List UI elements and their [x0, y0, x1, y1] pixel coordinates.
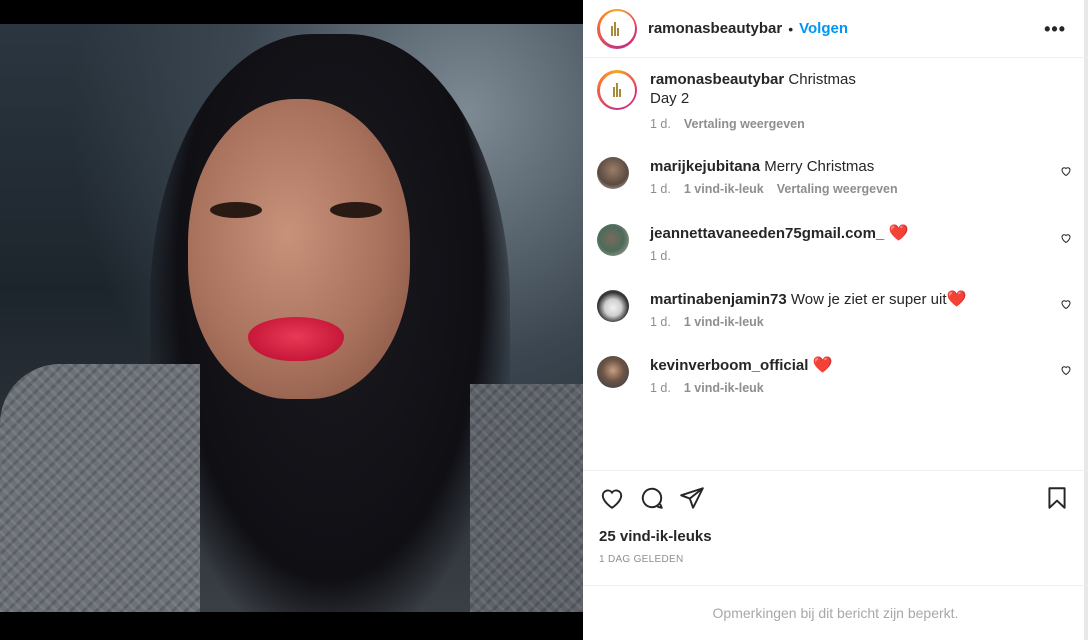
comment-time[interactable]: 1 d. — [650, 249, 671, 263]
comment-likes[interactable]: 1 vind-ik-leuk — [684, 315, 764, 329]
commenter-avatar[interactable] — [597, 290, 629, 322]
photo-lips — [248, 317, 344, 361]
comment-icon[interactable] — [639, 485, 665, 511]
like-comment-heart-icon[interactable] — [1060, 232, 1072, 244]
post-actions: 25 vind-ik-leuks 1 DAG GELEDEN — [583, 470, 1088, 585]
paper-plane-icon[interactable] — [679, 485, 705, 511]
post-media — [0, 0, 583, 640]
more-options-icon[interactable]: ••• — [1044, 19, 1066, 40]
brand-logo-icon — [613, 83, 621, 97]
red-heart-emoji: ❤️ — [812, 357, 833, 374]
like-comment-heart-icon[interactable] — [1060, 298, 1072, 310]
comments-limited-notice: Opmerkingen bij dit bericht zijn beperkt… — [583, 585, 1088, 640]
post-date[interactable]: 1 DAG GELEDEN — [599, 554, 683, 565]
photo-coat-right — [470, 384, 583, 612]
caption-avatar[interactable] — [597, 70, 637, 110]
caption-text: ramonasbeautybar Christmas Day 2 — [650, 71, 856, 107]
comment-text: Wow je ziet er super uit — [790, 291, 947, 308]
photo-eye-right — [330, 202, 382, 218]
caption-time[interactable]: 1 d. — [650, 117, 671, 131]
like-comment-heart-icon[interactable] — [1060, 364, 1072, 376]
photo-eye-left — [210, 202, 262, 218]
commenter-username[interactable]: jeannettavaneeden75gmail.com_ — [650, 225, 884, 242]
comment-time[interactable]: 1 d. — [650, 182, 671, 196]
author-avatar[interactable] — [597, 8, 637, 49]
commenter-avatar[interactable] — [597, 356, 629, 388]
commenter-avatar[interactable] — [597, 224, 629, 256]
comments-list: ramonasbeautybar Christmas Day 2 1 d. Ve… — [583, 58, 1088, 470]
likes-count[interactable]: 25 vind-ik-leuks — [599, 528, 712, 545]
brand-logo-icon — [611, 21, 620, 36]
follow-button[interactable]: Volgen — [799, 20, 848, 37]
like-comment-heart-icon[interactable] — [1060, 165, 1072, 177]
translate-link[interactable]: Vertaling weergeven — [684, 117, 805, 131]
commenter-username[interactable]: martinabenjamin73 — [650, 291, 787, 308]
author-username[interactable]: ramonasbeautybar — [648, 20, 782, 37]
translate-link[interactable]: Vertaling weergeven — [777, 182, 898, 196]
red-heart-emoji: ❤️ — [888, 225, 909, 242]
post-header: ramonasbeautybar • Volgen ••• — [583, 0, 1088, 58]
commenter-avatar[interactable] — [597, 157, 629, 189]
caption-username[interactable]: ramonasbeautybar — [650, 71, 784, 88]
comment-text: Merry Christmas — [764, 158, 875, 175]
comment-likes[interactable]: 1 vind-ik-leuk — [684, 182, 764, 196]
photo-face — [188, 99, 410, 399]
comment-time[interactable]: 1 d. — [650, 315, 671, 329]
commenter-username[interactable]: marijkejubitana — [650, 158, 760, 175]
comment-likes[interactable]: 1 vind-ik-leuk — [684, 381, 764, 395]
red-heart-emoji: ❤️ — [946, 291, 967, 308]
heart-icon[interactable] — [599, 485, 625, 511]
comment-time[interactable]: 1 d. — [650, 381, 671, 395]
post-side-panel: ramonasbeautybar • Volgen ••• ramonasbea… — [583, 0, 1088, 640]
commenter-username[interactable]: kevinverboom_official — [650, 357, 808, 374]
post-photo[interactable] — [0, 24, 583, 612]
photo-coat-left — [0, 364, 200, 612]
header-separator: • — [788, 20, 794, 37]
bookmark-icon[interactable] — [1044, 485, 1070, 511]
